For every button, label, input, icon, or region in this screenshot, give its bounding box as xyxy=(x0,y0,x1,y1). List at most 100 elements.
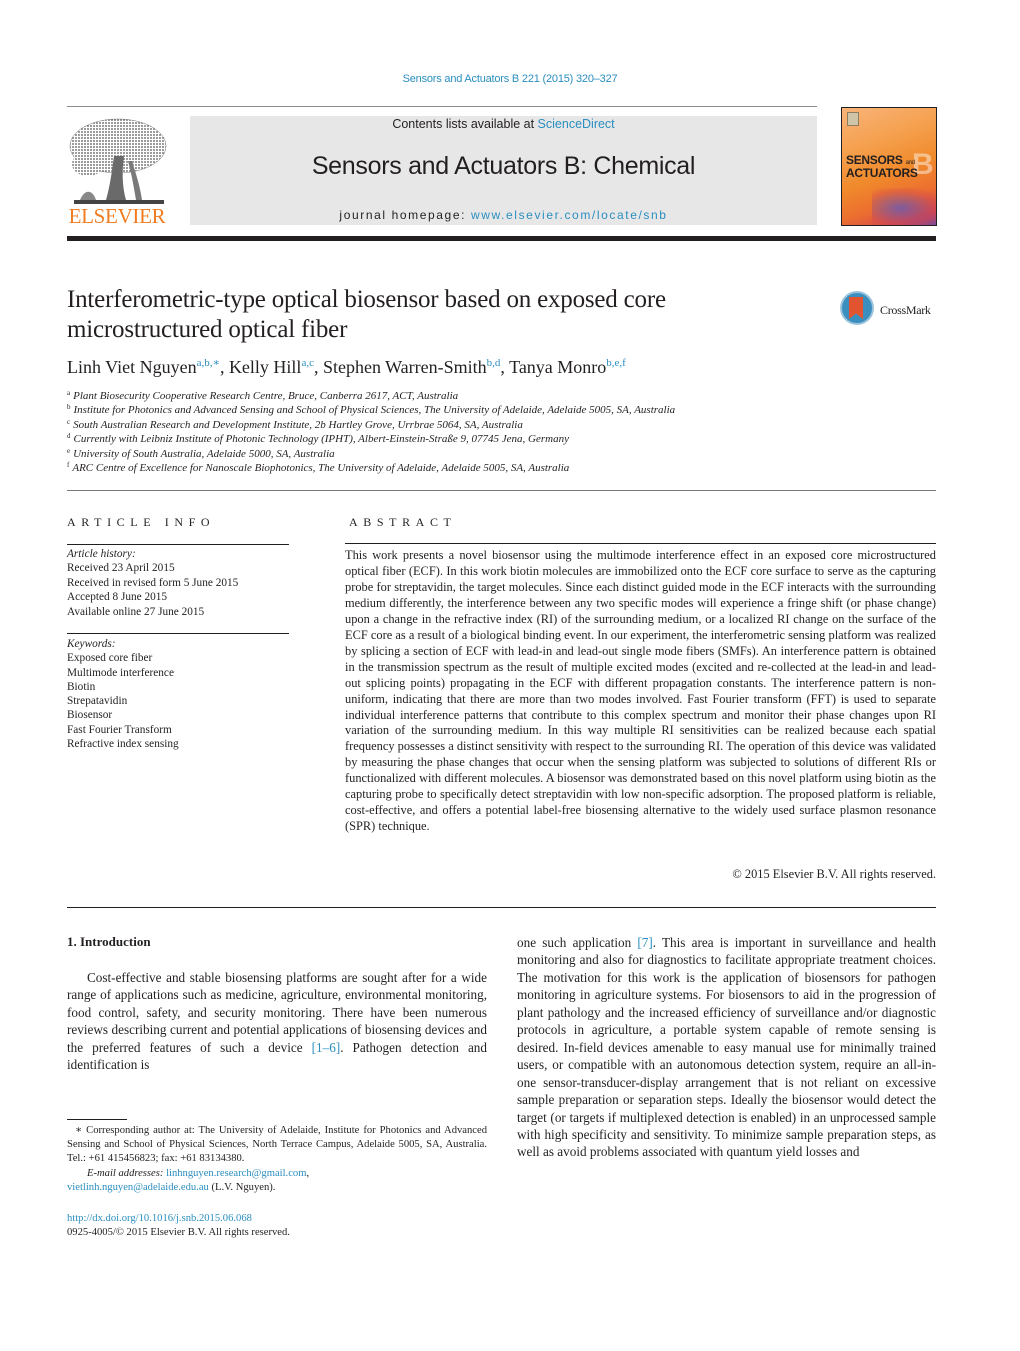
doi-link[interactable]: http://dx.doi.org/10.1016/j.snb.2015.06.… xyxy=(67,1212,290,1226)
affiliation-item: a Plant Biosecurity Cooperative Research … xyxy=(67,389,947,403)
affiliation-item: d Currently with Leibniz Institute of Pho… xyxy=(67,432,947,446)
author[interactable]: Stephen Warren-Smithb,d xyxy=(323,357,500,377)
email-owner: (L.V. Nguyen). xyxy=(208,1181,276,1193)
affiliation-text: ARC Centre of Excellence for Nanoscale B… xyxy=(72,462,570,475)
author-name: Tanya Monro xyxy=(509,357,607,377)
crossmark-button[interactable]: CrossMark xyxy=(840,291,940,331)
body-column-left: Cost-effective and stable biosensing pla… xyxy=(67,969,487,1074)
running-head[interactable]: Sensors and Actuators B 221 (2015) 320–3… xyxy=(0,73,1020,85)
email-line: E-mail addresses: linhnguyen.research@gm… xyxy=(67,1167,487,1181)
affiliation-text: University of South Australia, Adelaide … xyxy=(73,447,335,460)
keyword-item: Strepatavidin xyxy=(67,695,128,708)
article-info-divider xyxy=(67,544,289,545)
history-item: Received 23 April 2015 xyxy=(67,562,175,575)
citation-link[interactable]: [1–6] xyxy=(312,1040,341,1055)
journal-title: Sensors and Actuators B: Chemical xyxy=(311,152,696,180)
author-affil-refs[interactable]: b,d xyxy=(487,357,501,369)
history-item: Received in revised form 5 June 2015 xyxy=(67,576,239,589)
author-affil-refs[interactable]: a,b,∗ xyxy=(197,357,220,369)
affiliation-item: c South Australian Research and Developme… xyxy=(67,418,947,432)
affiliation-list: a Plant Biosecurity Cooperative Research … xyxy=(67,389,947,475)
affiliation-key: a xyxy=(67,389,71,397)
intro-paragraph: Cost-effective and stable biosensing pla… xyxy=(67,969,487,1074)
elsevier-wordmark: ELSEVIER xyxy=(68,204,166,228)
cover-artwork xyxy=(872,188,936,225)
keyword-item: Biotin xyxy=(67,680,96,693)
front-matter-divider xyxy=(67,490,936,491)
affiliation-text: Plant Biosecurity Cooperative Research C… xyxy=(73,390,459,402)
header-thick-divider xyxy=(67,236,936,241)
email-line-2: vietlinh.nguyen@adelaide.edu.au (L.V. Ng… xyxy=(67,1181,487,1195)
author[interactable]: Linh Viet Nguyena,b,∗ xyxy=(67,357,220,377)
affiliation-text: South Australian Research and Developmen… xyxy=(73,418,523,431)
elsevier-tree-icon xyxy=(69,118,167,204)
affiliation-item: b Institute for Photonics and Advanced Se… xyxy=(67,403,947,417)
sciencedirect-link[interactable]: ScienceDirect xyxy=(538,117,615,131)
author-name: Linh Viet Nguyen xyxy=(67,357,197,377)
history-label: Article history: xyxy=(67,548,136,560)
keyword-item: Multimode interference xyxy=(67,666,174,679)
author-affil-refs[interactable]: a,c xyxy=(301,357,314,369)
contents-line: Contents lists available at ScienceDirec… xyxy=(190,117,817,131)
keyword-item: Fast Fourier Transform xyxy=(67,723,172,736)
abstract-divider xyxy=(345,543,936,544)
email-separator: , xyxy=(306,1167,310,1179)
article-title: Interferometric-type optical biosensor b… xyxy=(67,286,666,343)
author[interactable]: Tanya Monrob,e,f xyxy=(509,357,626,377)
keyword-item: Exposed core fiber xyxy=(67,652,153,665)
author-separator: , xyxy=(313,357,323,377)
affiliation-key: f xyxy=(67,461,70,470)
affiliation-key: e xyxy=(67,446,71,455)
affiliation-key: b xyxy=(67,403,71,412)
keywords-divider xyxy=(67,633,289,634)
elsevier-logo[interactable]: ELSEVIER xyxy=(66,116,168,228)
abstract-copyright: © 2015 Elsevier B.V. All rights reserved… xyxy=(732,867,936,881)
journal-homepage-link[interactable]: www.elsevier.com/locate/snb xyxy=(471,208,668,222)
author[interactable]: Kelly Hilla,c xyxy=(229,357,314,377)
doi-block: http://dx.doi.org/10.1016/j.snb.2015.06.… xyxy=(67,1212,290,1240)
keyword-item: Biosensor xyxy=(67,709,113,722)
cover-line1-text: SENSORS xyxy=(846,153,903,167)
intro-paragraph-continued: one such application [7]. This area is i… xyxy=(517,934,936,1161)
article-info-heading: ARTICLE INFO xyxy=(67,515,216,529)
author-name: Kelly Hill xyxy=(228,357,302,377)
cover-title-line2: ACTUATORS xyxy=(846,166,918,180)
author-list: Linh Viet Nguyena,b,∗, Kelly Hilla,c, St… xyxy=(67,357,626,378)
body-column-right: one such application [7]. This area is i… xyxy=(517,934,936,1161)
history-item: Available online 27 June 2015 xyxy=(67,605,205,618)
history-item: Accepted 8 June 2015 xyxy=(67,591,168,604)
abstract-text: This work presents a novel biosensor usi… xyxy=(345,548,936,834)
crossmark-label: CrossMark xyxy=(880,303,931,317)
paragraph-text: . This area is important in surveillance… xyxy=(517,935,936,1160)
homepage-prefix: journal homepage: xyxy=(339,208,471,222)
email-label: E-mail addresses: xyxy=(87,1167,167,1179)
email-link[interactable]: linhnguyen.research@gmail.com xyxy=(166,1168,306,1179)
corresponding-author-footnote: ∗ Corresponding author at: The Universit… xyxy=(67,1124,487,1195)
citation-link[interactable]: [7] xyxy=(637,935,652,950)
paragraph-text: one such application xyxy=(517,935,638,950)
affiliation-key: d xyxy=(67,432,71,441)
header-divider xyxy=(67,106,817,107)
journal-homepage-line: journal homepage: www.elsevier.com/locat… xyxy=(190,208,817,222)
journal-cover[interactable]: B SENSORS and ACTUATORS xyxy=(841,107,937,226)
email-link[interactable]: vietlinh.nguyen@adelaide.edu.au xyxy=(67,1182,209,1193)
keywords-label: Keywords: xyxy=(67,638,116,650)
issn-copyright: 0925-4005/© 2015 Elsevier B.V. All right… xyxy=(67,1227,290,1239)
corresponding-author-text: ∗ Corresponding author at: The Universit… xyxy=(67,1125,487,1165)
affiliation-item: f ARC Centre of Excellence for Nanoscale … xyxy=(67,461,947,475)
author-name: Stephen Warren-Smith xyxy=(322,357,487,377)
author-separator: , xyxy=(219,357,229,377)
author-affil-refs[interactable]: b,e,f xyxy=(606,357,626,369)
abstract-heading: ABSTRACT xyxy=(349,515,457,529)
affiliation-text: Currently with Leibniz Institute of Phot… xyxy=(73,433,569,446)
cover-publisher-badge-icon xyxy=(847,112,859,126)
affiliation-key: c xyxy=(67,417,71,426)
author-separator: , xyxy=(500,357,510,377)
affiliation-item: e University of South Australia, Adelaide… xyxy=(67,447,947,461)
section-heading-introduction: 1. Introduction xyxy=(67,934,151,949)
keywords: Keywords: Exposed core fiber Multimode i… xyxy=(67,637,297,751)
journal-banner: Contents lists available at ScienceDirec… xyxy=(190,116,817,225)
affiliation-text: Institute for Photonics and Advanced Sen… xyxy=(73,404,676,417)
article-history: Article history: Received 23 April 2015 … xyxy=(67,547,297,619)
body-divider xyxy=(67,907,936,908)
